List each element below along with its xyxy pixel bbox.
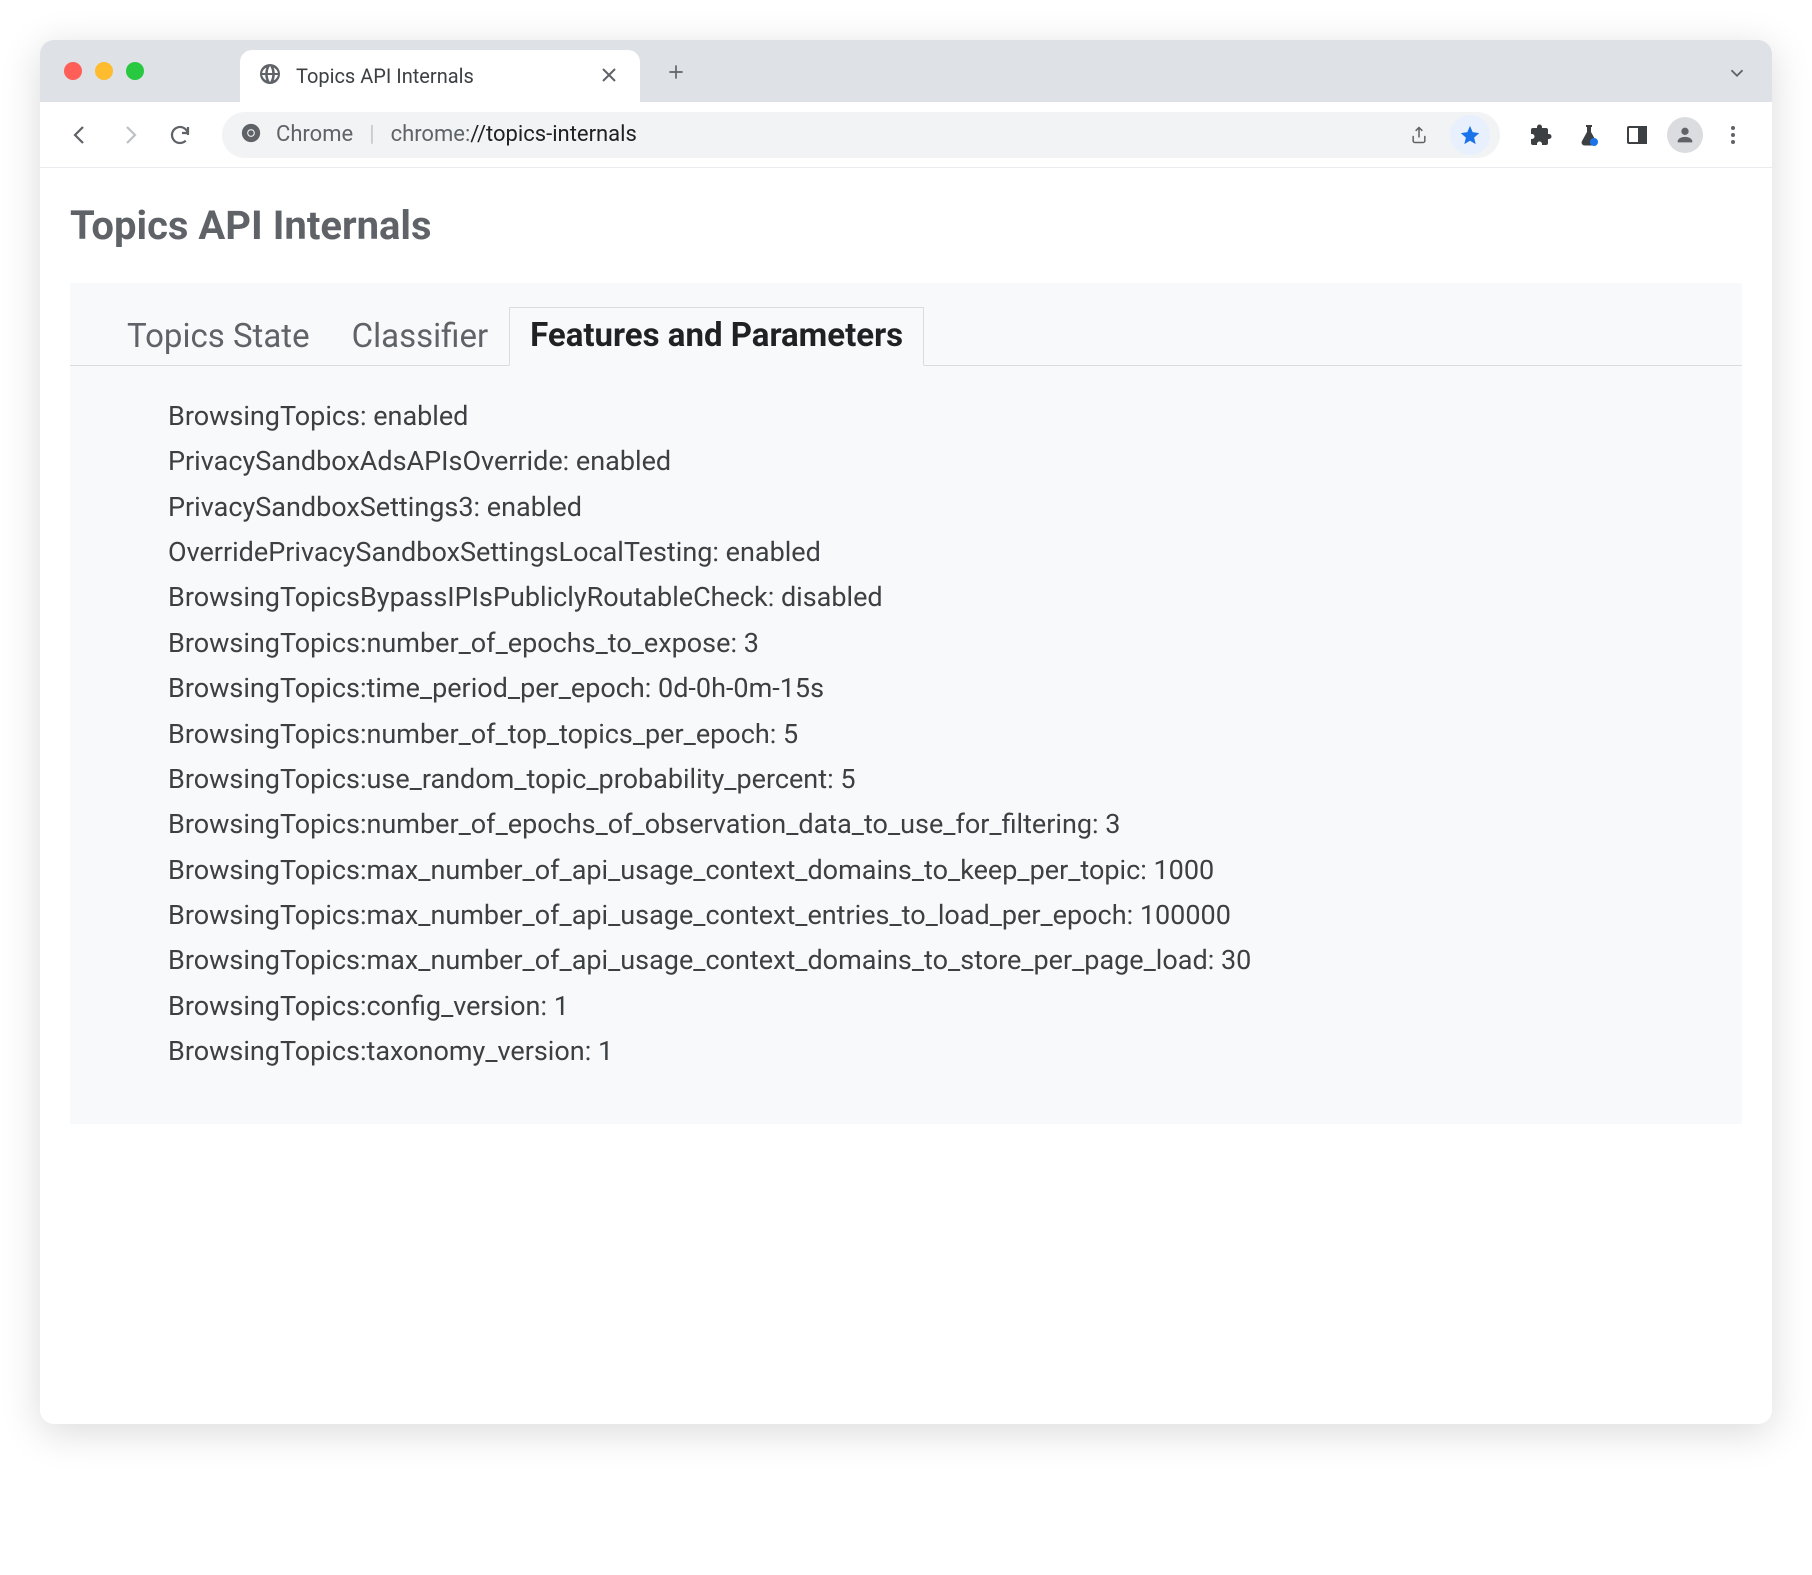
globe-icon <box>258 62 282 90</box>
window-controls <box>64 62 144 80</box>
feature-row: BrowsingTopics:time_period_per_epoch: 0d… <box>168 666 1742 711</box>
toolbar-actions <box>1520 114 1754 156</box>
toolbar: Chrome | chrome://topics-internals <box>40 102 1772 168</box>
feature-value: 0d-0h-0m-15s <box>658 672 824 704</box>
feature-row: BrowsingTopics:max_number_of_api_usage_c… <box>168 848 1742 893</box>
page-content: Topics API Internals Topics StateClassif… <box>40 168 1772 1184</box>
tab-strip: Topics API Internals <box>40 40 1772 102</box>
feature-value: 5 <box>840 763 855 795</box>
feature-key: BrowsingTopicsBypassIPIsPubliclyRoutable… <box>168 581 768 613</box>
window-empty-area <box>40 1184 1772 1424</box>
feature-row: OverridePrivacySandboxSettingsLocalTesti… <box>168 530 1742 575</box>
tab-title: Topics API Internals <box>296 64 474 88</box>
feature-key: BrowsingTopics:time_period_per_epoch <box>168 672 645 704</box>
feature-row: PrivacySandboxSettings3: enabled <box>168 485 1742 530</box>
feature-key: BrowsingTopics:number_of_epochs_of_obser… <box>168 808 1092 840</box>
share-button[interactable] <box>1402 118 1436 152</box>
feature-value: enabled <box>373 400 468 432</box>
feature-value: disabled <box>781 581 883 613</box>
forward-button[interactable] <box>108 113 152 157</box>
star-icon <box>1453 118 1487 152</box>
feature-value: 1 <box>554 990 569 1022</box>
omnibox-separator: | <box>369 122 374 147</box>
feature-key: BrowsingTopics:number_of_epochs_to_expos… <box>168 627 730 659</box>
close-tab-button[interactable] <box>596 61 622 92</box>
feature-value: 5 <box>783 718 798 750</box>
avatar-icon <box>1667 117 1703 153</box>
omnibox-scheme: chrome: <box>391 122 471 147</box>
page-tab-classifier[interactable]: Classifier <box>331 308 510 366</box>
feature-row: BrowsingTopics:number_of_epochs_to_expos… <box>168 621 1742 666</box>
omnibox-url: chrome://topics-internals <box>391 122 637 147</box>
feature-key: BrowsingTopics <box>168 400 360 432</box>
feature-value: enabled <box>726 536 821 568</box>
feature-key: BrowsingTopics:config_version <box>168 990 540 1022</box>
feature-value: 3 <box>1105 808 1120 840</box>
profile-button[interactable] <box>1664 114 1706 156</box>
page-title: Topics API Internals <box>70 202 1742 249</box>
back-button[interactable] <box>58 113 102 157</box>
address-bar[interactable]: Chrome | chrome://topics-internals <box>222 112 1500 158</box>
feature-value: 1 <box>598 1035 613 1067</box>
minimize-window-button[interactable] <box>95 62 113 80</box>
internals-panel: Topics StateClassifierFeatures and Param… <box>70 283 1742 1124</box>
browser-window: Topics API Internals Chrome | <box>40 40 1772 1424</box>
features-list: BrowsingTopics: enabledPrivacySandboxAds… <box>70 366 1742 1074</box>
side-panel-button[interactable] <box>1616 114 1658 156</box>
tabs-dropdown-button[interactable] <box>1726 62 1748 88</box>
feature-key: BrowsingTopics:taxonomy_version <box>168 1035 585 1067</box>
page-tab-topics-state[interactable]: Topics State <box>106 308 331 366</box>
close-window-button[interactable] <box>64 62 82 80</box>
maximize-window-button[interactable] <box>126 62 144 80</box>
extensions-button[interactable] <box>1520 114 1562 156</box>
feature-row: BrowsingTopics:taxonomy_version: 1 <box>168 1029 1742 1074</box>
omnibox-origin-label: Chrome <box>276 122 353 147</box>
feature-key: BrowsingTopics:max_number_of_api_usage_c… <box>168 899 1127 931</box>
feature-row: BrowsingTopics:number_of_epochs_of_obser… <box>168 802 1742 847</box>
chrome-icon <box>240 122 262 148</box>
feature-row: BrowsingTopics:config_version: 1 <box>168 984 1742 1029</box>
new-tab-button[interactable] <box>658 54 694 90</box>
feature-row: BrowsingTopics:max_number_of_api_usage_c… <box>168 938 1742 983</box>
feature-value: enabled <box>576 445 671 477</box>
feature-value: 3 <box>744 627 759 659</box>
feature-value: 30 <box>1221 944 1251 976</box>
feature-value: enabled <box>487 491 582 523</box>
reload-button[interactable] <box>158 113 202 157</box>
feature-row: BrowsingTopics:max_number_of_api_usage_c… <box>168 893 1742 938</box>
feature-row: BrowsingTopics:number_of_top_topics_per_… <box>168 712 1742 757</box>
feature-row: BrowsingTopics:use_random_topic_probabil… <box>168 757 1742 802</box>
feature-value: 1000 <box>1153 854 1214 886</box>
omnibox-path: //topics-internals <box>470 122 637 147</box>
chrome-menu-button[interactable] <box>1712 114 1754 156</box>
feature-row: BrowsingTopics: enabled <box>168 394 1742 439</box>
feature-key: BrowsingTopics:max_number_of_api_usage_c… <box>168 854 1140 886</box>
bookmark-button[interactable] <box>1450 115 1490 155</box>
feature-key: OverridePrivacySandboxSettingsLocalTesti… <box>168 536 712 568</box>
feature-row: BrowsingTopicsBypassIPIsPubliclyRoutable… <box>168 575 1742 620</box>
feature-key: PrivacySandboxAdsAPIsOverride <box>168 445 563 477</box>
page-tab-features-and-parameters[interactable]: Features and Parameters <box>509 307 924 366</box>
feature-key: BrowsingTopics:max_number_of_api_usage_c… <box>168 944 1208 976</box>
feature-key: BrowsingTopics:use_random_topic_probabil… <box>168 763 827 795</box>
browser-tab[interactable]: Topics API Internals <box>240 50 640 102</box>
labs-button[interactable] <box>1568 114 1610 156</box>
feature-key: BrowsingTopics:number_of_top_topics_per_… <box>168 718 770 750</box>
feature-value: 100000 <box>1140 899 1231 931</box>
feature-key: PrivacySandboxSettings3 <box>168 491 474 523</box>
page-tabs: Topics StateClassifierFeatures and Param… <box>70 283 1742 366</box>
feature-row: PrivacySandboxAdsAPIsOverride: enabled <box>168 439 1742 484</box>
